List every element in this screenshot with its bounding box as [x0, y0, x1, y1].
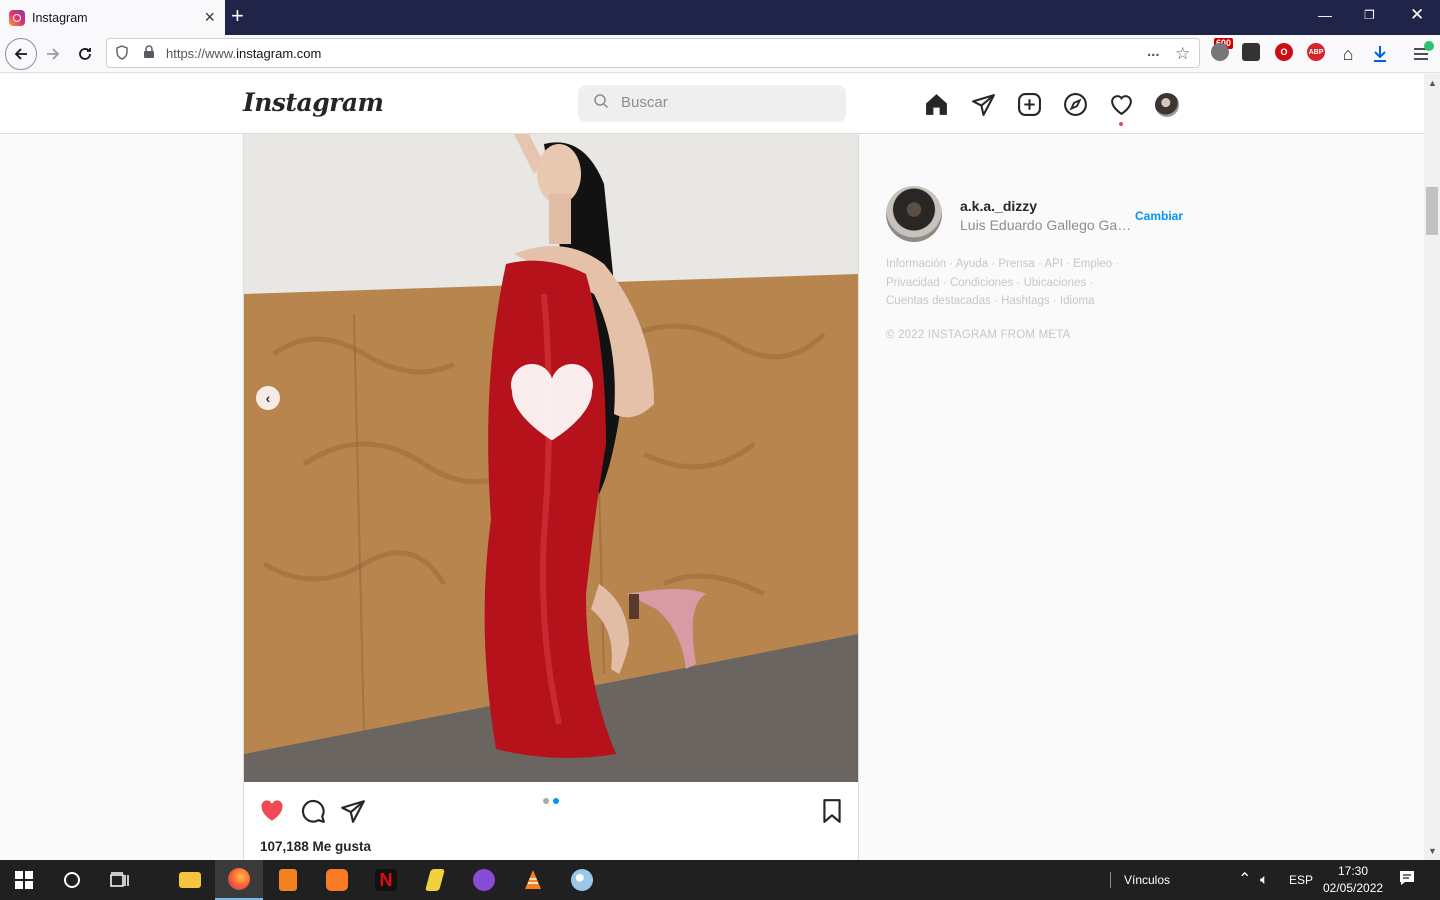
restore-icon[interactable]: ❐	[1364, 8, 1375, 22]
feed-post: ‹ 107,188 Me gusta	[243, 134, 859, 860]
footer-link[interactable]: Información	[886, 258, 946, 270]
footer-links: Información · Ayuda · Prensa · API · Emp…	[886, 258, 1120, 307]
firefox-taskbar-icon[interactable]	[215, 860, 263, 900]
direct-messages-icon[interactable]	[971, 92, 996, 117]
url-prefix: https://www.	[166, 46, 237, 61]
minimize-icon[interactable]: —	[1318, 7, 1332, 23]
scroll-up-arrow-icon[interactable]: ▲	[1428, 78, 1437, 88]
carousel-indicator	[543, 798, 559, 804]
reload-icon[interactable]	[72, 41, 98, 67]
back-arrow-icon[interactable]	[5, 38, 37, 70]
carousel-prev-button[interactable]: ‹	[256, 386, 280, 410]
copyright: © 2022 INSTAGRAM FROM META	[886, 329, 1071, 341]
footer-link[interactable]: API	[1044, 258, 1063, 270]
app-tools-icon[interactable]	[411, 860, 459, 900]
share-icon[interactable]	[340, 798, 366, 824]
taskbar-separator	[1110, 872, 1111, 888]
activity-heart-icon[interactable]	[1109, 92, 1134, 117]
browser-tab-instagram[interactable]: Instagram ×	[0, 0, 225, 35]
window-close-icon[interactable]: ✕	[1410, 5, 1424, 25]
like-heart-icon[interactable]	[259, 798, 285, 824]
footer-link[interactable]: Privacidad	[886, 277, 940, 289]
post-photo[interactable]: ‹	[244, 134, 858, 782]
start-button[interactable]	[0, 860, 48, 900]
input-language[interactable]: ESP	[1289, 873, 1313, 887]
forward-arrow-icon[interactable]	[40, 41, 66, 67]
browser-navbar: https://www.instagram.com ... ☆ 600 O AB…	[0, 35, 1440, 73]
sidebar-avatar[interactable]	[886, 186, 942, 242]
lock-icon[interactable]	[143, 45, 155, 62]
url-domain: instagram.com	[236, 46, 322, 61]
instagram-favicon-icon	[9, 9, 25, 26]
action-center-notifications-icon[interactable]	[1399, 870, 1415, 889]
home-icon[interactable]	[924, 92, 949, 117]
downloads-icon[interactable]	[1367, 41, 1393, 67]
instagram-header: Instagram	[0, 74, 1424, 134]
like-animation-heart-icon	[511, 364, 593, 441]
like-count[interactable]: 107,188 Me gusta	[260, 839, 371, 854]
explore-compass-icon[interactable]	[1063, 92, 1088, 117]
xampp-icon[interactable]	[313, 860, 361, 900]
sidebar-full-name: Luis Eduardo Gallego Garcia	[960, 217, 1132, 233]
clock-time[interactable]: 17:30	[1338, 864, 1368, 878]
scroll-thumb[interactable]	[1426, 187, 1438, 235]
page-actions-menu-icon[interactable]: ...	[1147, 43, 1160, 60]
links-toolbar[interactable]: Vínculos	[1124, 873, 1170, 887]
footer-link[interactable]: Condiciones	[950, 277, 1013, 289]
paint-icon[interactable]	[558, 860, 606, 900]
extension-adblock-icon[interactable]: ABP	[1307, 43, 1325, 61]
save-bookmark-icon[interactable]	[819, 798, 845, 824]
windows-taskbar: N Vínculos ⌃ 🔈︎ ESP 17:30 02/05/2022	[0, 860, 1440, 900]
volume-icon[interactable]: 🔈︎	[1260, 871, 1268, 888]
footer-link[interactable]: Empleo	[1073, 258, 1112, 270]
footer-link[interactable]: Hashtags	[1001, 295, 1050, 307]
show-hidden-icons-chevron-icon[interactable]: ⌃	[1238, 869, 1251, 889]
browser-titlebar: Instagram × + — ❐ ✕	[0, 0, 1440, 35]
profile-avatar[interactable]	[1155, 93, 1179, 117]
footer-link[interactable]: Ubicaciones	[1023, 277, 1086, 289]
post-image	[244, 134, 858, 782]
task-view-icon[interactable]	[96, 860, 144, 900]
switch-account-button[interactable]: Cambiar	[1135, 209, 1183, 223]
instagram-page: Instagram Buscar ‹ 107,188 Me gusta a.k.…	[0, 74, 1424, 860]
page-scrollbar[interactable]: ▲ ▼	[1424, 74, 1440, 860]
vlc-icon[interactable]	[509, 860, 557, 900]
url-bar[interactable]: https://www.instagram.com ... ☆	[106, 38, 1200, 68]
comment-icon[interactable]	[300, 798, 326, 824]
footer-link[interactable]: Prensa	[998, 258, 1034, 270]
clock-date[interactable]: 02/05/2022	[1323, 881, 1383, 895]
github-desktop-icon[interactable]	[460, 860, 508, 900]
tab-close-icon[interactable]: ×	[204, 8, 215, 26]
search-icon	[594, 94, 608, 108]
url-text[interactable]: https://www.instagram.com	[166, 46, 321, 61]
extension-translate-icon[interactable]	[1242, 43, 1260, 61]
sidebar-username[interactable]: a.k.a._dizzy	[960, 198, 1037, 214]
file-explorer-icon[interactable]	[166, 860, 214, 900]
netflix-icon[interactable]: N	[362, 860, 410, 900]
scroll-down-arrow-icon[interactable]: ▼	[1428, 846, 1437, 856]
search-box[interactable]	[578, 85, 846, 122]
footer-link[interactable]: Cuentas destacadas	[886, 295, 991, 307]
windows-logo-icon	[15, 871, 33, 889]
footer-link[interactable]: Ayuda	[956, 258, 988, 270]
extension-shield-icon[interactable]	[1211, 43, 1229, 61]
home-icon[interactable]: ⌂	[1335, 41, 1361, 67]
new-tab-plus-icon[interactable]: +	[231, 4, 244, 28]
sublime-text-icon[interactable]	[264, 860, 312, 900]
tab-title: Instagram	[32, 10, 88, 25]
instagram-logo[interactable]: Instagram	[243, 88, 384, 117]
extension-opera-icon[interactable]: O	[1275, 43, 1293, 61]
footer-link[interactable]: Idioma	[1060, 295, 1095, 307]
carousel-dot-active	[553, 798, 559, 804]
new-post-icon[interactable]	[1017, 92, 1042, 117]
bookmark-star-icon[interactable]: ☆	[1175, 44, 1190, 64]
search-input[interactable]	[621, 94, 821, 111]
hamburger-menu-icon[interactable]	[1408, 41, 1434, 67]
notification-dot	[1119, 122, 1123, 126]
shield-icon[interactable]	[115, 45, 129, 63]
search-circle-icon[interactable]	[48, 860, 96, 900]
carousel-dot	[543, 798, 549, 804]
